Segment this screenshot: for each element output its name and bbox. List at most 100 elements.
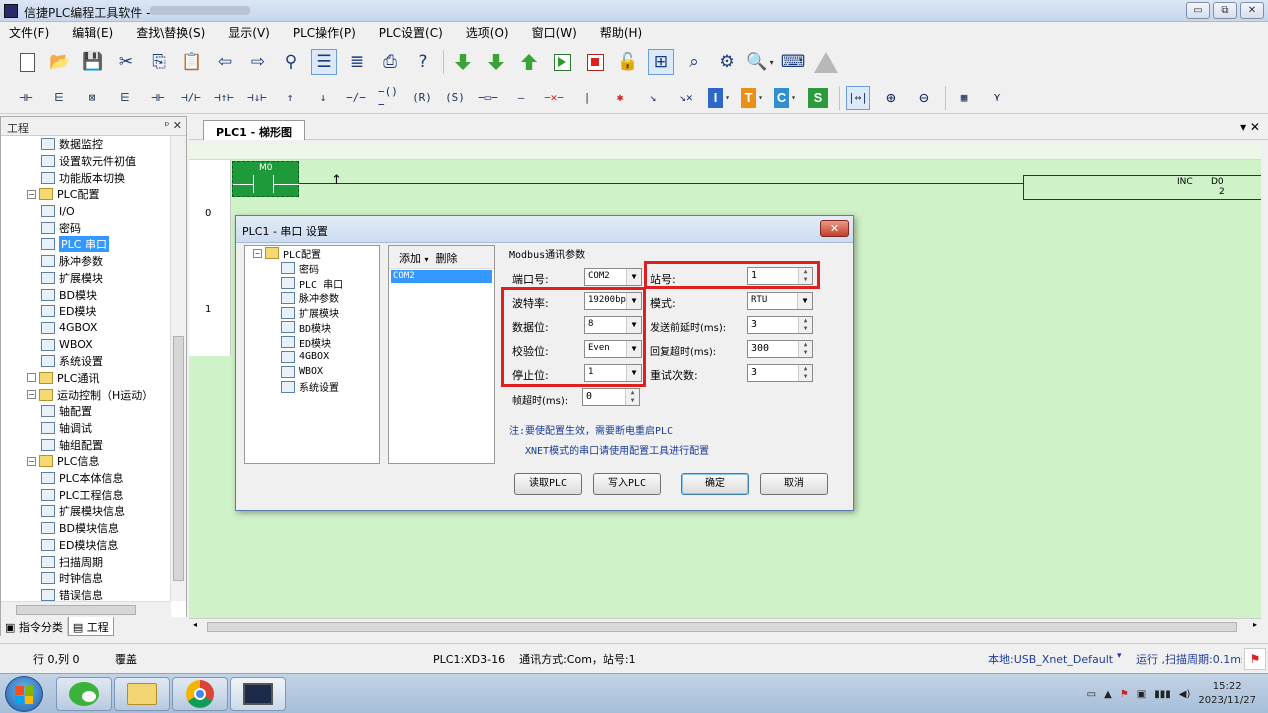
tree-expander-icon[interactable]: − bbox=[27, 456, 36, 466]
write-plc-button[interactable]: 写入PLC bbox=[593, 473, 661, 495]
connection-dropdown-icon[interactable]: ▾ bbox=[1117, 651, 1122, 661]
dialog-tree-item[interactable]: PLC 串口 bbox=[245, 276, 379, 291]
project-tree-item[interactable]: 设置软元件初值 bbox=[1, 153, 171, 170]
contact-open-icon[interactable]: ⊣⊢ bbox=[146, 86, 170, 110]
warning-icon[interactable] bbox=[813, 49, 839, 75]
menu-view[interactable]: 显示(V) bbox=[225, 23, 273, 42]
project-tree-hscroll[interactable] bbox=[1, 601, 171, 617]
tree-expander-icon[interactable]: − bbox=[253, 248, 262, 258]
up-arrow-icon[interactable]: ↑ bbox=[278, 86, 302, 110]
project-tree-item[interactable]: − 运动控制（H运动） bbox=[1, 386, 171, 403]
network-icon[interactable]: ▮▮▮ bbox=[1154, 689, 1171, 700]
project-tree-item[interactable]: PLC 串口 bbox=[1, 236, 171, 253]
help-icon[interactable]: ? bbox=[410, 49, 436, 75]
frame-timeout-spin[interactable]: 0 ▲ ▼ bbox=[582, 388, 640, 406]
editor-hscroll[interactable]: ◂ ▸ bbox=[189, 618, 1261, 634]
project-tree-item[interactable]: ED模块 bbox=[1, 303, 171, 320]
project-tree-item[interactable]: 时钟信息 bbox=[1, 570, 171, 587]
download-icon[interactable] bbox=[450, 49, 476, 75]
save-icon[interactable]: 💾 bbox=[80, 49, 106, 75]
il-convert-icon[interactable]: ▦ bbox=[952, 86, 976, 110]
connect-line-icon[interactable]: ↘ bbox=[641, 86, 665, 110]
project-tree-item[interactable]: PLC本体信息 bbox=[1, 470, 171, 487]
tab-project[interactable]: ▤ 工程 bbox=[67, 617, 114, 636]
inc-instruction[interactable]: INC D0 2 bbox=[1023, 175, 1268, 200]
vertical-line-icon[interactable]: | bbox=[575, 86, 599, 110]
column-width-icon[interactable]: |↔| bbox=[846, 85, 870, 110]
dialog-tree-item[interactable]: 扩展模块 bbox=[245, 305, 379, 320]
coil-icon[interactable]: −()− bbox=[377, 85, 401, 111]
menu-file[interactable]: 文件(F) bbox=[6, 23, 52, 42]
project-tree-item[interactable]: I/O bbox=[1, 203, 171, 220]
dialog-tree-item[interactable]: − PLC配置 bbox=[245, 246, 379, 261]
project-tree-item[interactable]: ED模块信息 bbox=[1, 537, 171, 554]
minimize-button[interactable]: ▭ bbox=[1186, 2, 1210, 19]
dialog-tree-item[interactable]: WBOX bbox=[245, 364, 379, 379]
contact-closed-icon[interactable]: ⊣/⊢ bbox=[179, 86, 203, 110]
device-tray-icon[interactable]: ▣ bbox=[1137, 689, 1146, 700]
copy-icon[interactable]: ⎘ bbox=[146, 49, 172, 75]
project-tree-item[interactable]: WBOX bbox=[1, 336, 171, 353]
delete-button[interactable]: 删除 bbox=[436, 252, 458, 265]
gear-settings-icon[interactable]: ⚙ bbox=[714, 49, 740, 75]
project-tree-item[interactable]: 4GBOX bbox=[1, 320, 171, 337]
dialog-tree-item[interactable]: BD模块 bbox=[245, 320, 379, 335]
keyboard-icon[interactable]: ⌨ bbox=[780, 49, 806, 75]
reply-timeout-spin[interactable]: 300 ▲ ▼ bbox=[747, 340, 813, 358]
pin-close-icon[interactable]: ᵖ ✕ bbox=[165, 119, 182, 132]
instruction-list-icon[interactable]: ≣ bbox=[344, 49, 370, 75]
restore-button[interactable]: ⧉ bbox=[1213, 2, 1237, 19]
back-arrow-icon[interactable]: ⇦ bbox=[212, 49, 238, 75]
stop-icon[interactable] bbox=[582, 49, 608, 75]
invert-icon[interactable]: −/− bbox=[344, 86, 368, 110]
plc-tool-taskbar-icon[interactable] bbox=[230, 677, 286, 711]
mode-select[interactable]: RTU ▼ bbox=[747, 292, 813, 310]
contact-m0[interactable]: M0 bbox=[232, 161, 299, 197]
project-tree-item[interactable]: 密码 bbox=[1, 219, 171, 236]
dialog-tree-item[interactable]: 4GBOX bbox=[245, 350, 379, 365]
lock-icon[interactable]: 🔓 bbox=[615, 49, 641, 75]
tree-expander-icon[interactable]: − bbox=[27, 390, 36, 400]
dialog-tree-item[interactable]: 脉冲参数 bbox=[245, 290, 379, 305]
delete-line-icon[interactable]: −✕− bbox=[542, 86, 566, 110]
menu-help[interactable]: 帮助(H) bbox=[597, 23, 645, 42]
branch-nc-icon[interactable]: ⊠ bbox=[80, 86, 104, 110]
add-button[interactable]: 添加 bbox=[399, 252, 421, 265]
volume-icon[interactable]: ◀) bbox=[1179, 689, 1191, 700]
down-arrow-icon[interactable]: ↓ bbox=[311, 86, 335, 110]
project-tree-item[interactable]: 错误信息 bbox=[1, 587, 171, 601]
open-folder-icon[interactable]: 📂 bbox=[47, 49, 73, 75]
start-button[interactable] bbox=[5, 676, 43, 712]
paste-icon[interactable]: 📋 bbox=[179, 49, 205, 75]
zoom-out-icon[interactable]: ⊖ bbox=[912, 86, 936, 110]
dialog-close-button[interactable]: ✕ bbox=[820, 220, 849, 237]
menu-window[interactable]: 窗口(W) bbox=[529, 23, 580, 42]
close-button[interactable]: ✕ bbox=[1240, 2, 1264, 19]
instruction-box-icon[interactable]: −▭− bbox=[476, 86, 500, 110]
menu-edit[interactable]: 编辑(E) bbox=[69, 23, 116, 42]
s-button-icon[interactable]: S bbox=[806, 86, 830, 110]
project-tree-item[interactable]: − PLC信息 bbox=[1, 453, 171, 470]
wechat-taskbar-icon[interactable] bbox=[56, 677, 112, 711]
project-tree-item[interactable]: 轴配置 bbox=[1, 403, 171, 420]
horizontal-line-icon[interactable]: — bbox=[509, 86, 533, 110]
zoom-dropdown-icon[interactable]: 🔍 ▾ bbox=[746, 49, 773, 75]
project-tree-item[interactable]: 轴调试 bbox=[1, 420, 171, 437]
t-button-icon[interactable]: T ▾ bbox=[740, 86, 764, 110]
tab-ladder[interactable]: PLC1 - 梯形图 bbox=[203, 120, 306, 140]
project-tree-item[interactable]: PLC工程信息 bbox=[1, 486, 171, 503]
print-icon[interactable]: ⎙ bbox=[377, 49, 403, 75]
branch-no-icon[interactable]: ⋿ bbox=[47, 86, 71, 110]
cancel-button[interactable]: 取消 bbox=[760, 473, 828, 495]
action-center-icon[interactable]: ⚑ bbox=[1120, 689, 1129, 700]
project-tree-item[interactable]: 扩展模块信息 bbox=[1, 503, 171, 520]
contact-no-icon[interactable]: ⊣⊢ bbox=[14, 86, 38, 110]
menu-plc-settings[interactable]: PLC设置(C) bbox=[376, 23, 446, 42]
project-tree-item[interactable]: − PLC配置 bbox=[1, 186, 171, 203]
contact-falling-icon[interactable]: ⊣↓⊢ bbox=[245, 86, 269, 110]
c-button-icon[interactable]: C ▾ bbox=[773, 86, 797, 110]
search-window-icon[interactable]: ⌕ bbox=[681, 49, 707, 75]
run-icon[interactable] bbox=[549, 49, 575, 75]
ladder-view-icon[interactable]: ☰ bbox=[311, 49, 337, 75]
tree-expander-icon[interactable] bbox=[27, 373, 36, 383]
